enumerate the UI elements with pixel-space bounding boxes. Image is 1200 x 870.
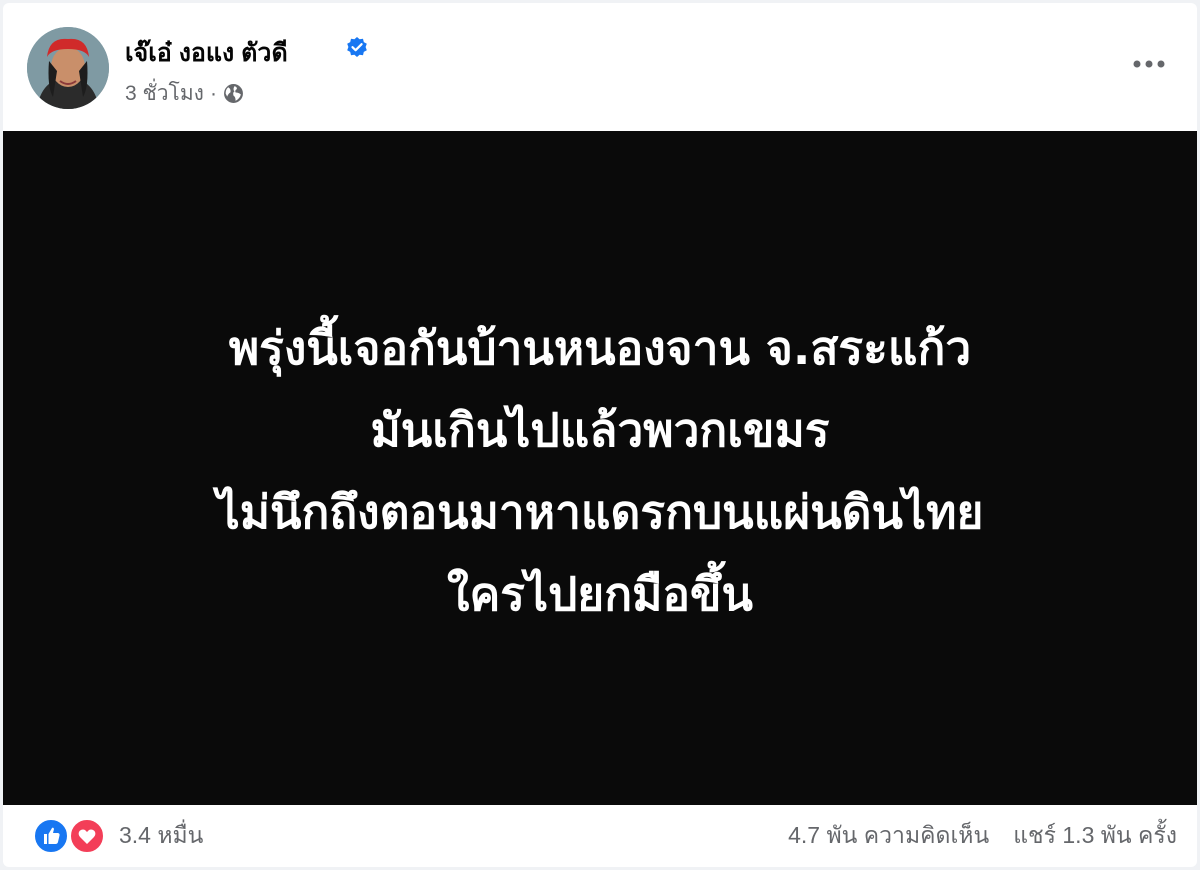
meta-separator: · [209, 81, 217, 105]
globe-icon[interactable] [223, 83, 244, 104]
post-header: เจ๊เอ๋ งอแง ตัวดี 3 ชั่วโมง · [3, 3, 1197, 131]
comments-count[interactable]: 4.7 พัน ความคิดเห็น [788, 818, 989, 854]
post-image[interactable]: พรุ่งนี้เจอกันบ้านหนองจาน จ.สระแก้ว มันเ… [3, 131, 1197, 805]
image-text-line: พรุ่งนี้เจอกันบ้านหนองจาน จ.สระแก้ว [228, 321, 972, 375]
image-text: พรุ่งนี้เจอกันบ้านหนองจาน จ.สระแก้ว มันเ… [217, 307, 984, 635]
avatar-image [27, 27, 109, 109]
shares-count[interactable]: แชร์ 1.3 พัน ครั้ง [1013, 818, 1177, 854]
post-meta: 3 ชั่วโมง · [125, 77, 244, 110]
like-icon [33, 818, 69, 854]
reaction-count[interactable]: 3.4 หมื่น [119, 818, 203, 854]
image-text-line: ไม่นึกถึงตอนมาหาแดรกบนแผ่นดินไทย [216, 485, 984, 539]
love-icon [69, 818, 105, 854]
reaction-icons [33, 818, 107, 854]
image-text-line: ใครไปยกมือขึ้น [447, 567, 753, 621]
image-text-line: มันเกินไปแล้วพวกเขมร [370, 403, 830, 457]
author-avatar[interactable] [27, 27, 109, 109]
facebook-post: เจ๊เอ๋ งอแง ตัวดี 3 ชั่วโมง · พรุ่งนี้เจ… [3, 3, 1197, 867]
reactions-summary[interactable]: 3.4 หมื่น [33, 818, 203, 854]
engagement-stats: 4.7 พัน ความคิดเห็น แชร์ 1.3 พัน ครั้ง [788, 818, 1177, 854]
post-timestamp[interactable]: 3 ชั่วโมง [125, 77, 204, 110]
more-options-icon [1133, 60, 1165, 68]
post-footer: 3.4 หมื่น 4.7 พัน ความคิดเห็น แชร์ 1.3 พ… [3, 805, 1197, 867]
more-options-button[interactable] [1127, 49, 1171, 79]
verified-badge-icon [347, 37, 367, 57]
author-name[interactable]: เจ๊เอ๋ งอแง ตัวดี [125, 33, 288, 73]
